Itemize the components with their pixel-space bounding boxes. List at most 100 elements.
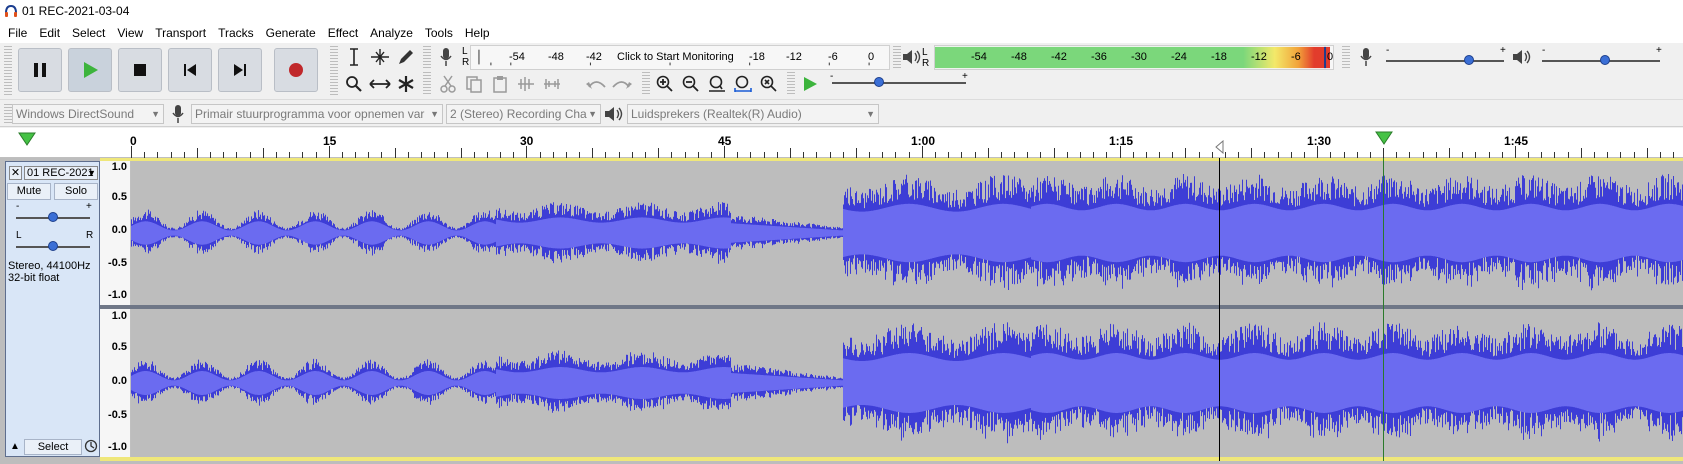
menu-tracks[interactable]: Tracks [212,23,260,43]
chevron-down-icon: ▼ [151,109,160,119]
record-button[interactable] [274,48,318,92]
playback-device-select[interactable]: Luidsprekers (Realtek(R) Audio) ▼ [627,104,879,124]
close-track-button[interactable]: ✕ [9,166,22,180]
menu-select[interactable]: Select [66,23,111,43]
recording-device-value: Primair stuurprogramma voor opnemen var [195,107,425,121]
collapse-track-button[interactable]: ▲ [7,439,23,455]
zoom-out-button[interactable] [679,72,703,96]
recording-device-select[interactable]: Primair stuurprogramma voor opnemen var … [191,104,443,124]
play-button[interactable] [68,48,112,92]
menu-transport[interactable]: Transport [149,23,212,43]
play-scale-42: -42 [1051,51,1067,63]
play-scale-54: -54 [971,51,987,63]
pan-right-label: R [86,230,94,241]
record-meter-button[interactable] [434,45,458,69]
play-head-icon[interactable] [1375,131,1393,145]
edit-cursor-line [1219,158,1220,461]
zoom-tool-button[interactable] [342,72,366,96]
record-meter-left-label: L [462,46,468,57]
close-icon: ✕ [10,167,21,179]
vruler-1-0: 1.0 [111,310,127,322]
window-title: 01 REC-2021-03-04 [22,4,130,18]
cut-button[interactable] [436,72,460,96]
record-monitor-prompt[interactable]: Click to Start Monitoring [617,51,734,63]
zoom-in-button[interactable] [653,72,677,96]
play-at-speed-button[interactable] [798,72,822,96]
rec-volume-thumb[interactable] [1464,55,1474,65]
draw-tool-button[interactable] [394,45,418,69]
track-control-panel[interactable]: ✕ 01 REC-2021 ▼ Mute Solo - + L R Stereo… [5,161,100,457]
zoom-toolbar-grip[interactable] [642,72,650,96]
waveform-right-channel[interactable] [131,309,1683,457]
time-label-15: 15 [323,134,337,148]
gain-slider-thumb[interactable] [48,212,58,222]
multi-tool-button[interactable] [394,72,418,96]
play-volume-thumb[interactable] [1600,55,1610,65]
vruler-1-0: 1.0 [111,161,127,173]
stop-button[interactable] [118,48,162,92]
selection-tool-button[interactable] [342,45,366,69]
playback-meter[interactable]: -54 -48 -42 -36 -30 -24 -18 -12 -6 0 [934,45,1334,70]
skip-to-end-button[interactable] [218,48,262,92]
skip-to-start-button[interactable] [168,48,212,92]
recording-volume-slider[interactable]: - + [1384,45,1508,67]
play-scale-18: -18 [1211,51,1227,63]
waveform-left-channel[interactable] [131,161,1683,305]
menu-file[interactable]: File [2,23,33,43]
solo-button[interactable]: Solo [54,183,98,200]
pause-button[interactable] [18,48,62,92]
gain-min-label: - [16,201,20,212]
vertical-ruler-right-channel[interactable]: 1.0 0.5 0.0 -0.5 -1.0 [100,309,131,457]
menu-help[interactable]: Help [459,23,496,43]
vruler-neg-0-5: -0.5 [108,409,127,421]
fit-selection-button[interactable] [705,72,729,96]
play-at-speed-grip[interactable] [787,72,795,96]
skip-start-icon [184,64,196,76]
track-name-menu[interactable]: 01 REC-2021 ▼ [24,166,98,180]
tools-toolbar-grip[interactable] [330,46,338,96]
playback-speed-slider[interactable]: - + [830,71,970,93]
waveform-right-svg [131,322,1683,444]
menu-effect[interactable]: Effect [322,23,364,43]
menu-analyze[interactable]: Analyze [364,23,419,43]
undo-button[interactable] [584,72,608,96]
copy-button[interactable] [462,72,486,96]
redo-button[interactable] [610,72,634,96]
menu-generate[interactable]: Generate [260,23,322,43]
edit-toolbar-grip[interactable] [423,72,431,96]
device-toolbar-grip[interactable] [4,104,12,124]
select-track-button[interactable]: Select [24,439,82,455]
menu-tools[interactable]: Tools [419,23,459,43]
menu-edit[interactable]: Edit [33,23,66,43]
play-icon [84,62,98,78]
pan-slider-thumb[interactable] [48,241,58,251]
transport-toolbar-grip[interactable] [4,46,12,96]
time-shift-icon [369,79,391,89]
rec-scale-6: -6 [828,51,838,63]
silence-button[interactable] [540,72,564,96]
sync-lock-button[interactable] [84,439,98,455]
zoom-toggle-button[interactable] [757,72,781,96]
trim-button[interactable] [514,72,538,96]
vertical-ruler-left-channel[interactable]: 1.0 0.5 0.0 -0.5 -1.0 [100,161,131,305]
recording-channels-select[interactable]: 2 (Stereo) Recording Cha ▼ [446,104,601,124]
record-meter-grip[interactable] [423,46,431,68]
menu-view[interactable]: View [111,23,149,43]
speed-slider-thumb[interactable] [874,77,884,87]
timeline-ruler[interactable]: 0 15 30 45 1:00 1:15 1:30 1:45 [0,128,1683,158]
record-meter[interactable]: -54 -48 -42 Click to Start Monitoring -1… [470,45,890,70]
audio-host-select[interactable]: Windows DirectSound ▼ [12,104,164,124]
time-label-30: 30 [520,134,534,148]
speaker-icon [605,107,623,121]
mute-button[interactable]: Mute [7,183,51,200]
playback-volume-slider[interactable]: - + [1540,45,1664,67]
mixer-grip[interactable] [1342,46,1350,68]
play-meter-button[interactable] [900,45,924,69]
rec-scale-54: -54 [509,51,525,63]
time-shift-tool-button[interactable] [368,72,392,96]
paste-button[interactable] [488,72,512,96]
rec-scale-12: -12 [786,51,802,63]
envelope-tool-button[interactable] [368,45,392,69]
fit-project-button[interactable] [731,72,755,96]
track-name: 01 REC-2021 [27,167,94,179]
